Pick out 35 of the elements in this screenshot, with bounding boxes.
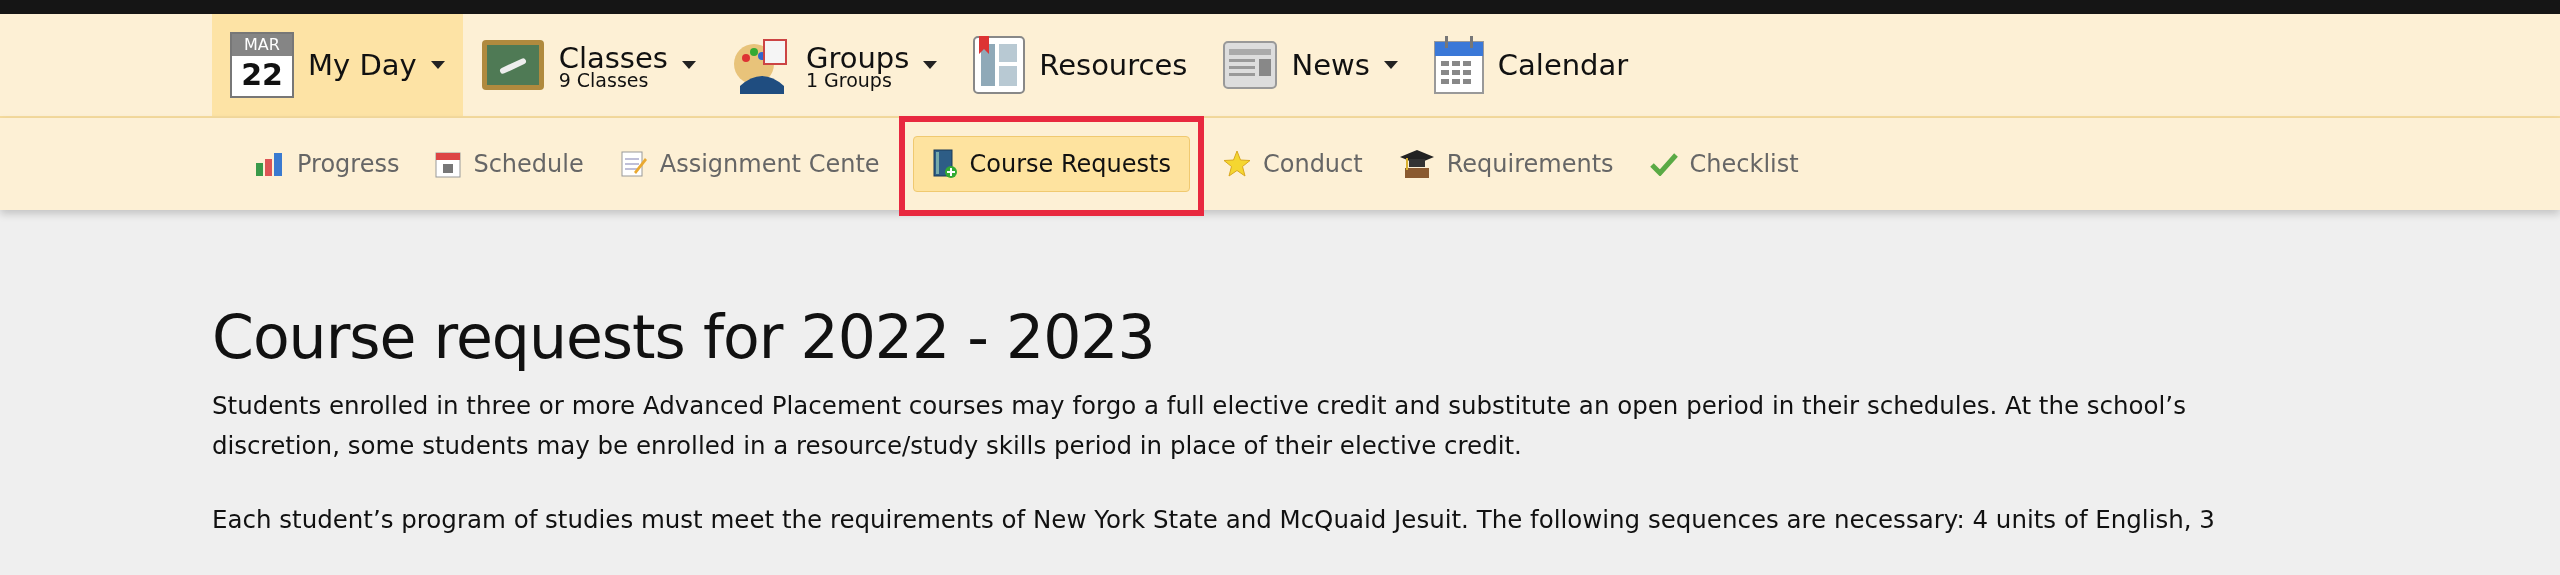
nav-tab[interactable]: Classes 9 Classes [462,14,714,116]
nav-tab[interactable]: Resources [955,14,1206,116]
notepad-pencil-icon [619,150,648,178]
nav-tab[interactable]: MAR 22 My Day [212,14,463,116]
book-plus-icon [931,149,958,179]
tab-label: Calendar [1497,48,1629,82]
graduation-cap-icon [1398,148,1435,180]
subnav-tab[interactable]: Requirements [1383,137,1629,191]
tab-label: Groups [805,40,910,75]
chalkboard-icon [480,39,545,91]
newspaper-icon [1223,41,1278,89]
bar-chart-icon [255,151,285,177]
count-label: 9 Classes [558,70,649,90]
layout-icon [973,36,1026,94]
nav-tab[interactable]: Calendar [1415,14,1647,116]
day-number: 22 [240,56,284,94]
paragraph: Each student’s program of studies must meet the requirements of New York State and McQuaid Jesuit. The following sequences are necessary: 4 units of English, 3 [212,504,2216,536]
tab-label: Resources [1039,48,1188,82]
subnav-tab[interactable]: Checklist [1634,139,1814,189]
calendar-page-icon [435,150,462,178]
month-label: MAR [232,34,292,56]
subnav-tab[interactable]: Schedule [420,139,599,189]
calendar-icon [1433,36,1484,94]
page-title: Course requests for 2022 - 2023 [212,302,1156,372]
tab-label: My Day [308,48,417,82]
nav-tab[interactable]: Groups 1 Groups [713,14,956,116]
star-icon [1223,150,1251,178]
subnav-tab[interactable]: Assignment Cente [604,139,895,189]
subnav-tab[interactable]: Progress [240,139,415,189]
tab-label: News [1291,48,1370,82]
paragraph: Students enrolled in three or more Advanced Placement courses may forgo a full elective credit and substitute an open period in their schedules. At the school’s discretion, some students may be enrolled in a resource/study skills period in place of their elective credit. [212,390,2187,462]
checkmark-icon [1649,152,1678,176]
nav-tab[interactable]: News [1205,14,1416,116]
subnav-tab[interactable]: Course Requests [912,136,1190,192]
subnav-tab[interactable]: Conduct [1208,139,1378,189]
